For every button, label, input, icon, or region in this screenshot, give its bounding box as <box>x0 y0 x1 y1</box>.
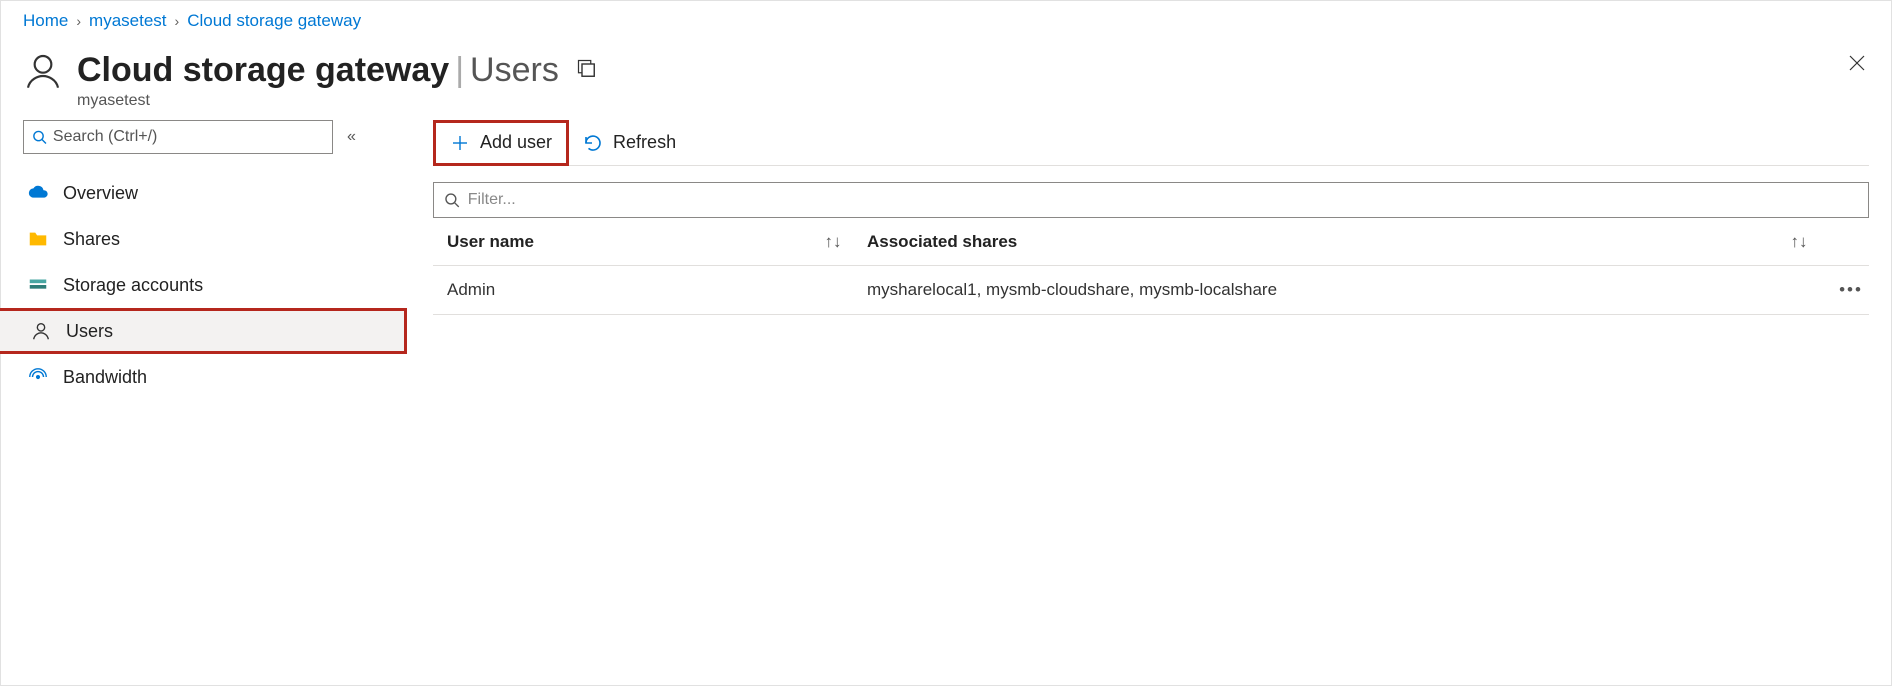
bandwidth-icon <box>27 366 49 388</box>
collapse-icon[interactable]: « <box>347 128 356 146</box>
cell-username: Admin <box>447 280 867 300</box>
breadcrumb-gateway[interactable]: Cloud storage gateway <box>187 11 361 31</box>
refresh-button[interactable]: Refresh <box>569 120 690 166</box>
sidebar-item-shares[interactable]: Shares <box>23 216 393 262</box>
table-row[interactable]: Admin mysharelocal1, mysmb-cloudshare, m… <box>433 266 1869 314</box>
sidebar-item-label: Overview <box>63 183 138 204</box>
close-icon[interactable] <box>1845 51 1869 75</box>
sidebar-item-label: Storage accounts <box>63 275 203 296</box>
sidebar-item-bandwidth[interactable]: Bandwidth <box>23 354 393 400</box>
user-icon <box>23 51 63 91</box>
row-actions-icon[interactable]: ••• <box>1833 280 1869 300</box>
column-username[interactable]: User name <box>447 232 534 252</box>
sidebar-item-overview[interactable]: Overview <box>23 170 393 216</box>
search-field[interactable] <box>53 128 332 146</box>
sidebar-item-label: Shares <box>63 229 120 250</box>
breadcrumb-resource[interactable]: myasetest <box>89 11 166 31</box>
main-content: Add user Refresh User name ↑↓ Associated… <box>393 120 1869 400</box>
sidebar-item-label: Users <box>66 321 113 342</box>
page-header: Cloud storage gateway|Users myasetest <box>1 39 1891 120</box>
refresh-label: Refresh <box>613 132 676 153</box>
filter-input[interactable] <box>433 182 1869 218</box>
sidebar-item-users[interactable]: Users <box>0 308 407 354</box>
page-title: Cloud storage gateway|Users <box>77 51 559 90</box>
users-table: User name ↑↓ Associated shares ↑↓ Admin … <box>433 218 1869 315</box>
cell-shares: mysharelocal1, mysmb-cloudshare, mysmb-l… <box>867 280 1833 300</box>
sort-icon[interactable]: ↑↓ <box>1785 232 1813 252</box>
folder-icon <box>27 228 49 250</box>
sidebar-item-label: Bandwidth <box>63 367 147 388</box>
page-subtitle: myasetest <box>77 92 1845 110</box>
table-header: User name ↑↓ Associated shares ↑↓ <box>433 218 1869 266</box>
add-user-button[interactable]: Add user <box>433 120 569 166</box>
chevron-right-icon: › <box>175 13 180 29</box>
user-icon <box>30 320 52 342</box>
sort-icon[interactable]: ↑↓ <box>819 232 847 252</box>
sidebar: « Overview Shares Storage accounts Users <box>23 120 393 400</box>
pin-icon[interactable] <box>575 57 596 84</box>
filter-field[interactable] <box>468 191 1868 209</box>
breadcrumb-home[interactable]: Home <box>23 11 68 31</box>
storage-icon <box>27 274 49 296</box>
cloud-icon <box>27 182 49 204</box>
chevron-right-icon: › <box>76 13 81 29</box>
column-shares[interactable]: Associated shares <box>867 232 1017 252</box>
toolbar: Add user Refresh <box>433 120 1869 166</box>
sidebar-item-storage-accounts[interactable]: Storage accounts <box>23 262 393 308</box>
search-input[interactable] <box>23 120 333 154</box>
breadcrumb: Home › myasetest › Cloud storage gateway <box>1 1 1891 39</box>
add-user-label: Add user <box>480 132 552 153</box>
